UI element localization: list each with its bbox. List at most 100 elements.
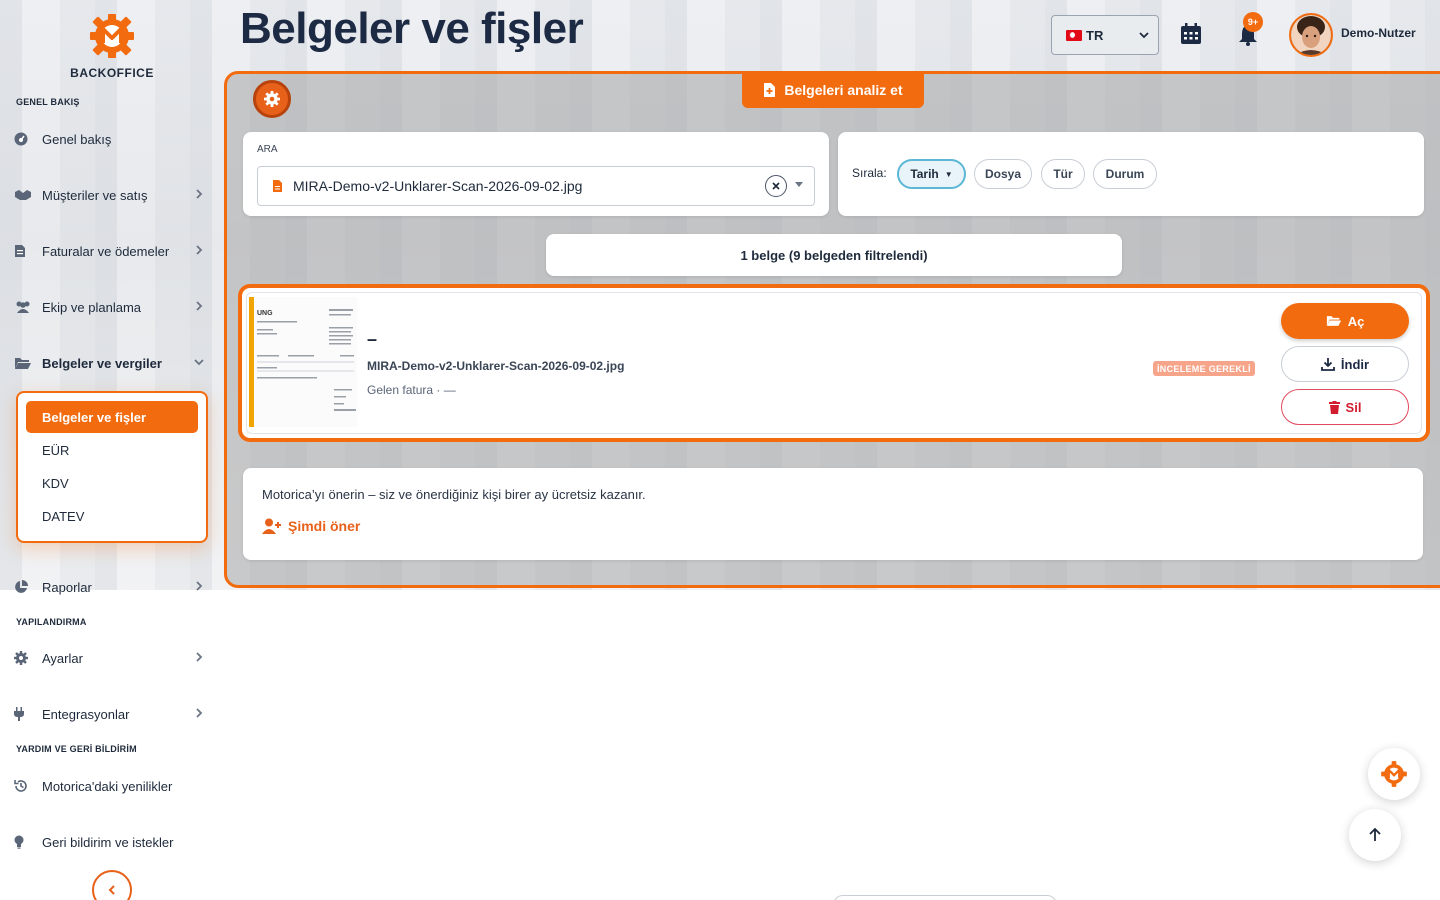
section-label-configuration: YAPILANDIRMA [16,617,87,627]
sort-card: Sırala: Tarih ▼ Dosya Tür Durum [838,132,1424,216]
pie-chart-icon [14,579,34,595]
document-filename[interactable]: MIRA-Demo-v2-Unklarer-Scan-2026-09-02.jp… [367,359,624,373]
submenu-item-datev[interactable]: DATEV [26,500,198,532]
analyze-documents-label: Belgeleri analiz et [784,82,903,98]
analyze-documents-button[interactable]: Belgeleri analiz et [742,72,924,108]
sidebar-item-customers[interactable]: Müşteriler ve satış [14,183,210,207]
open-button[interactable]: Aç [1281,303,1409,339]
document-meta: Gelen fatura · — [367,383,456,397]
submenu-item-documents-receipts[interactable]: Belgeler ve fişler [26,401,198,433]
document-thumbnail[interactable]: UNG [249,297,357,427]
sidebar-item-label: Faturalar ve ödemeler [42,243,170,259]
sort-option-file[interactable]: Dosya [974,159,1032,189]
sidebar-item-settings[interactable]: Ayarlar [14,646,210,670]
sort-option-status[interactable]: Durum [1093,159,1157,189]
sidebar-item-label: Müşteriler ve satış [42,187,148,203]
sidebar-item-integrations[interactable]: Entegrasyonlar [14,702,210,726]
referral-link[interactable]: Şimdi öner [262,518,360,534]
plug-icon [14,706,34,722]
user-plus-icon [262,518,281,534]
chevron-left-icon [108,885,115,895]
user-name[interactable]: Demo-Nutzer [1341,26,1416,40]
language-code: TR [1086,27,1104,43]
sidebar-item-documents[interactable]: Belgeler ve vergiler [14,351,210,375]
download-icon [1321,358,1335,371]
chevron-right-icon [196,652,203,662]
submenu-item-kdv[interactable]: KDV [26,467,198,499]
sidebar-item-label: Genel bakış [42,131,112,147]
gear-icon [14,650,34,666]
invoice-icon [14,243,34,259]
open-label: Aç [1347,313,1365,329]
chevron-right-icon [196,708,203,718]
submenu-item-eur[interactable]: EÜR [26,434,198,466]
lightbulb-icon [14,834,34,850]
sidebar-item-label: Motorica'daki yenilikler [42,778,173,794]
pagination-stub[interactable] [833,895,1057,900]
search-input[interactable]: MIRA-Demo-v2-Unklarer-Scan-2026-09-02.jp… [257,166,815,206]
gear-icon [264,91,280,107]
arrow-up-icon [1369,827,1381,841]
avatar[interactable] [1289,13,1333,57]
status-badge: İNCELEME GEREKLİ [1153,361,1255,376]
close-icon [772,182,780,190]
sort-direction-icon: ▼ [944,169,953,179]
sort-label: Sırala: [852,166,887,180]
sort-option-label: Tarih [910,167,939,181]
delete-button[interactable]: Sil [1281,389,1409,425]
sidebar-item-team[interactable]: Ekip ve planlama [14,295,210,319]
assistant-button[interactable] [1368,748,1420,800]
notification-badge: 9+ [1243,12,1263,32]
brand-name: BACKOFFICE [70,66,154,80]
calendar-icon[interactable] [1180,23,1204,47]
sidebar-item-invoices[interactable]: Faturalar ve ödemeler [14,239,210,263]
users-icon [14,299,34,315]
motorica-logo-icon [1381,761,1407,787]
sidebar-item-label: Geri bildirim ve istekler [42,834,174,850]
scroll-to-top-button[interactable] [1349,809,1401,861]
chevron-down-icon [194,359,204,366]
chevron-right-icon [196,301,203,311]
folder-open-icon [14,355,34,371]
download-button[interactable]: İndir [1281,346,1409,382]
history-icon [14,778,34,794]
folder-open-icon [1326,316,1341,326]
trash-icon [1328,400,1340,414]
sidebar-item-feedback[interactable]: Geri bildirim ve istekler [14,830,210,854]
sidebar-item-label: Ayarlar [42,650,83,666]
referral-link-label: Şimdi öner [288,518,361,534]
sort-option-type[interactable]: Tür [1041,159,1085,189]
section-label-help: YARDIM VE GERİ BİLDİRİM [16,744,137,754]
sidebar-item-overview[interactable]: Genel bakış [14,127,210,151]
chevron-right-icon [196,245,203,255]
handshake-icon [14,187,34,203]
sidebar-item-label: Ekip ve planlama [42,299,141,315]
chevron-down-icon [1139,32,1149,39]
dashboard-icon [14,131,34,147]
delete-label: Sil [1345,399,1362,415]
sort-option-date[interactable]: Tarih ▼ [897,159,966,189]
clear-search-button[interactable] [765,175,787,197]
dropdown-caret-icon[interactable] [795,182,803,187]
sidebar-item-reports[interactable]: Raporlar [14,575,210,599]
search-value: MIRA-Demo-v2-Unklarer-Scan-2026-09-02.jp… [293,178,583,194]
document-card-inner: UNG – MIRA-Demo-v2-Unklarer-Scan-2026-09… [246,292,1422,434]
page-title: Belgeler ve fişler [240,4,584,53]
download-label: İndir [1340,356,1370,372]
svg-text:UNG: UNG [257,310,273,317]
section-label-overview: GENEL BAKIŞ [16,97,80,107]
sidebar-item-label: Raporlar [42,579,92,595]
motorica-logo-icon[interactable] [88,12,136,60]
referral-card: Motorica’yı önerin – siz ve önerdiğiniz … [243,468,1423,560]
collapse-sidebar-button[interactable] [92,870,132,900]
language-select[interactable]: TR [1051,15,1159,55]
turkey-flag-icon [1066,29,1082,41]
settings-button[interactable] [253,80,291,118]
document-card[interactable]: UNG – MIRA-Demo-v2-Unklarer-Scan-2026-09… [238,284,1430,442]
sidebar-item-whats-new[interactable]: Motorica'daki yenilikler [14,774,210,798]
document-title: – [367,329,378,349]
sidebar-item-label: Belgeler ve vergiler [42,355,162,371]
referral-text: Motorica’yı önerin – siz ve önerdiğiniz … [262,487,646,502]
search-label: ARA [257,144,278,155]
chevron-right-icon [196,189,203,199]
